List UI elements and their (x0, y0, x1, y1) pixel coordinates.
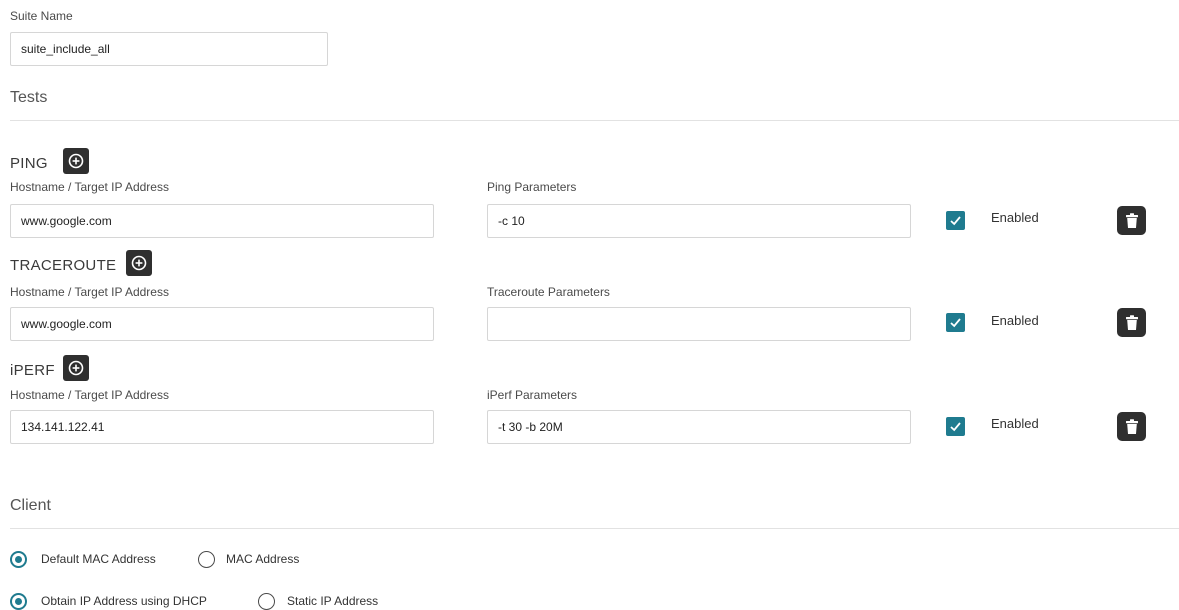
delete-traceroute-button[interactable] (1117, 308, 1146, 337)
tests-section-title: Tests (10, 89, 48, 106)
dhcp-radio[interactable] (10, 593, 27, 610)
default-mac-radio[interactable] (10, 551, 27, 568)
client-divider (10, 528, 1179, 529)
static-ip-radio[interactable] (258, 593, 275, 610)
delete-ping-button[interactable] (1117, 206, 1146, 235)
add-traceroute-button[interactable] (126, 250, 152, 276)
ping-enabled-label: Enabled (991, 210, 1039, 225)
iperf-enabled-checkbox[interactable] (946, 417, 965, 436)
iperf-enabled-label: Enabled (991, 416, 1039, 431)
traceroute-host-label: Hostname / Target IP Address (10, 285, 169, 299)
plus-circle-icon (131, 255, 147, 271)
iperf-params-input[interactable]: -t 30 -b 20M (487, 410, 911, 444)
iperf-title: iPERF (10, 362, 55, 379)
default-mac-label: Default MAC Address (41, 552, 156, 566)
traceroute-params-label: Traceroute Parameters (487, 285, 610, 299)
static-ip-label: Static IP Address (287, 594, 379, 608)
ping-title: PING (10, 155, 48, 172)
traceroute-title: TRACEROUTE (10, 257, 117, 274)
iperf-params-label: iPerf Parameters (487, 388, 578, 402)
add-iperf-button[interactable] (63, 355, 89, 381)
suite-name-input[interactable]: suite_include_all (10, 32, 328, 66)
mac-address-label: MAC Address (226, 552, 300, 566)
trash-icon (1125, 212, 1138, 228)
plus-circle-icon (68, 153, 84, 169)
suite-name-label: Suite Name (10, 9, 73, 23)
ping-params-input[interactable]: -c 10 (487, 204, 911, 238)
check-icon (950, 318, 961, 328)
mac-address-radio[interactable] (198, 551, 215, 568)
trash-icon (1125, 314, 1138, 330)
ping-enabled-checkbox[interactable] (946, 211, 965, 230)
traceroute-params-input[interactable] (487, 307, 911, 341)
iperf-host-label: Hostname / Target IP Address (10, 388, 169, 402)
tests-divider (10, 120, 1179, 121)
trash-icon (1125, 418, 1138, 434)
iperf-host-input[interactable]: 134.141.122.41 (10, 410, 434, 444)
add-ping-button[interactable] (63, 148, 89, 174)
traceroute-enabled-checkbox[interactable] (946, 313, 965, 332)
traceroute-host-input[interactable]: www.google.com (10, 307, 434, 341)
client-section-title: Client (10, 497, 51, 514)
dhcp-label: Obtain IP Address using DHCP (41, 594, 207, 608)
delete-iperf-button[interactable] (1117, 412, 1146, 441)
traceroute-enabled-label: Enabled (991, 313, 1039, 328)
plus-circle-icon (68, 360, 84, 376)
ping-params-label: Ping Parameters (487, 180, 577, 194)
ping-host-label: Hostname / Target IP Address (10, 180, 169, 194)
check-icon (950, 422, 961, 432)
check-icon (950, 216, 961, 226)
ping-host-input[interactable]: www.google.com (10, 204, 434, 238)
